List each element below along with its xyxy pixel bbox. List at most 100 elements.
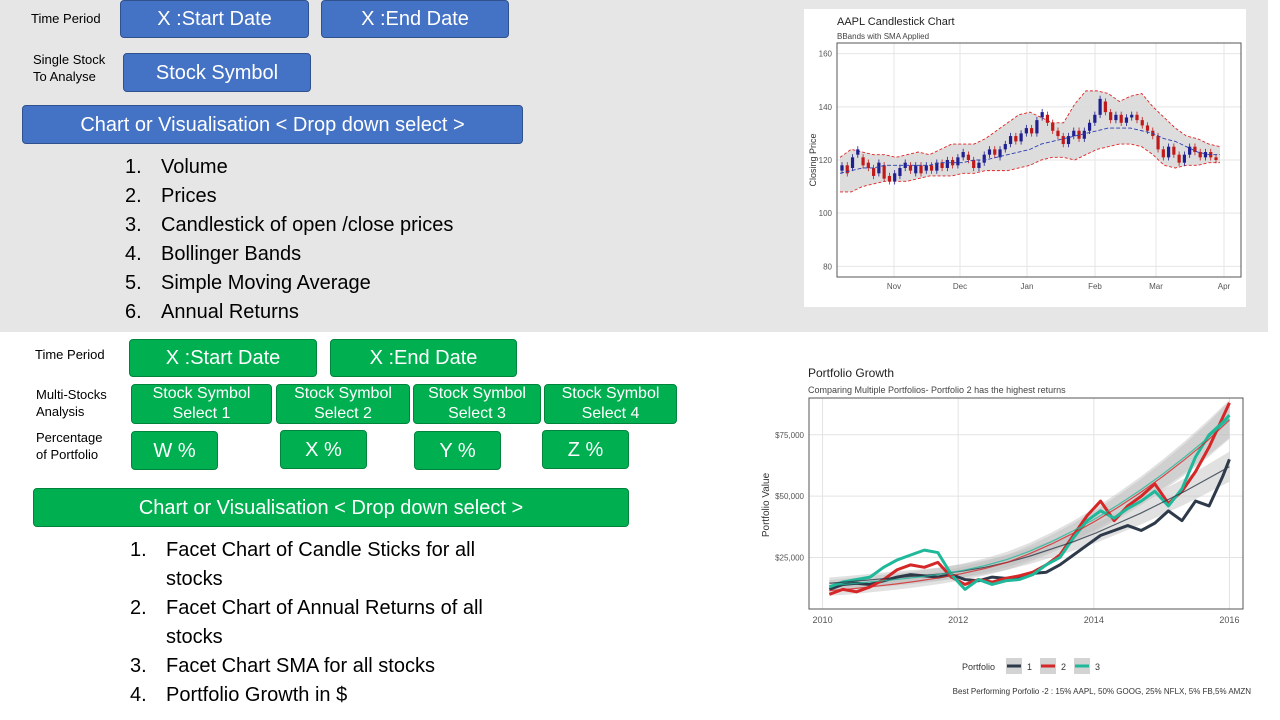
candle-body [914,165,918,174]
candle-body [982,154,986,163]
list-item[interactable]: 2. Facet Chart of Annual Returns of all st… [130,594,483,652]
list-item[interactable]: 3. Facet Chart SMA for all stocks [130,652,483,681]
candle-body [972,160,976,168]
candle-body [1203,152,1208,158]
candle-body [1093,114,1097,123]
candle-body [1061,136,1065,145]
candle-body [940,162,944,168]
list-item[interactable]: 4. Bollinger Bands [125,240,453,269]
start-date-button[interactable]: X :Start Date [120,0,309,38]
candle-body [1214,157,1218,160]
candle-x-tick-label: Apr [1218,282,1231,291]
chart-visualisation-select-2[interactable]: Chart or Visualisation < Drop down selec… [33,488,629,527]
list-item[interactable]: 3. Candlestick of open /close prices [125,211,453,240]
candle-body [840,165,844,171]
stock-symbol-select-1[interactable]: Stock Symbol Select 1 [131,384,272,424]
portfolio-x-tick-label: 2016 [1219,615,1239,625]
list-item[interactable]: 4. Portfolio Growth in $ [130,681,483,710]
end-date-button-2[interactable]: X :End Date [330,339,517,377]
candle-body [1135,114,1139,121]
candle-body [1114,114,1118,121]
legend-label-1: 1 [1027,662,1032,672]
candle-body [1077,130,1081,139]
candle-chart-subtitle: BBands with SMA Applied [837,32,929,41]
candle-body [1177,154,1181,163]
candlestick-chart-svg: AAPL Candlestick Chart BBands with SMA A… [808,16,1242,291]
weight-input-x[interactable]: X % [280,430,367,469]
candle-body [919,165,923,174]
candle-body [1014,136,1018,142]
candle-body [1188,146,1192,155]
portfolio-x-tick-label: 2014 [1084,615,1104,625]
candle-body [898,167,902,176]
candle-y-tick-label: 160 [819,50,833,59]
candle-y-tick-label: 100 [819,209,833,218]
candle-y-axis-label: Closing Price [808,133,818,186]
portfolio-y-tick-label: $25,000 [775,553,804,562]
multi-stocks-label-line2: Analysis [36,404,85,419]
stock-symbol-select-3[interactable]: Stock Symbol Select 3 [413,384,541,424]
candle-body [1051,122,1055,131]
candle-body [1124,117,1129,123]
list-item[interactable]: 6. Annual Returns [125,298,453,327]
candle-body [1161,149,1165,158]
chart-visualisation-select[interactable]: Chart or Visualisation < Drop down selec… [22,105,523,144]
list-item[interactable]: 1. Facet Chart of Candle Sticks for all st… [130,536,483,594]
multi-stocks-label-line1: Multi-Stocks [36,387,107,402]
candle-y-tick-label: 80 [823,262,832,271]
single-stock-chart-options: 1. Volume 2. Prices 3. Candlestick of open … [125,153,453,327]
portfolio-chart-svg: Portfolio Growth Comparing Multiple Port… [761,366,1252,696]
candle-body [877,162,881,174]
candle-body [1087,122,1092,131]
candle-body [866,162,870,168]
portfolio-growth-chart: Portfolio Growth Comparing Multiple Port… [756,360,1260,702]
stock-symbol-button[interactable]: Stock Symbol [123,53,311,92]
portfolio-chart-title: Portfolio Growth [808,366,894,380]
candle-body [966,154,971,160]
aapl-candlestick-chart: AAPL Candlestick Chart BBands with SMA A… [804,9,1246,307]
list-item[interactable]: 5. Simple Moving Average [125,269,453,298]
candle-body [1003,144,1007,150]
candle-body [1130,114,1134,118]
portfolio-caption: Best Performing Porfolio -2 : 15% AAPL, … [953,687,1252,696]
candle-body [987,149,992,155]
end-date-button[interactable]: X :End Date [321,0,509,38]
candle-body [1119,114,1123,123]
candle-body [850,157,855,168]
time-period-label: Time Period [31,11,101,26]
candle-body [1172,146,1176,155]
candle-body [882,165,886,179]
candle-body [1056,130,1060,137]
candle-body [1024,128,1028,134]
list-item[interactable]: 2. Prices [125,182,453,211]
candle-body [908,165,913,171]
list-item[interactable]: 1. Volume [125,153,453,182]
candle-body [893,173,897,182]
candle-body [1182,154,1186,163]
candle-body [1145,125,1150,131]
start-date-button-2[interactable]: X :Start Date [129,339,317,377]
stock-symbol-select-2[interactable]: Stock Symbol Select 2 [276,384,410,424]
portfolio-y-tick-label: $75,000 [775,431,804,440]
candle-x-tick-label: Nov [887,282,901,291]
candle-body [1035,120,1039,134]
candle-body [1156,136,1160,150]
portfolio-chart-subtitle: Comparing Multiple Portfolios- Portfolio… [808,385,1066,395]
candle-chart-title: AAPL Candlestick Chart [837,16,955,28]
stock-symbol-select-4[interactable]: Stock Symbol Select 4 [544,384,677,424]
percentage-label-line2: of Portfolio [36,447,99,462]
time-period-label-2: Time Period [35,347,105,362]
candle-body [1166,146,1171,158]
candle-x-tick-label: Jan [1021,282,1034,291]
legend-label-2: 2 [1061,662,1066,672]
candle-body [956,157,960,166]
candle-body [945,160,949,168]
candle-body [1072,130,1076,137]
weight-input-y[interactable]: Y % [414,431,501,470]
weight-input-w[interactable]: W % [131,431,218,470]
candle-body [1109,112,1113,121]
candle-body [1103,101,1107,113]
multi-stock-chart-options: 1. Facet Chart of Candle Sticks for all st… [130,536,483,710]
weight-input-z[interactable]: Z % [542,430,629,469]
candle-body [993,149,997,155]
